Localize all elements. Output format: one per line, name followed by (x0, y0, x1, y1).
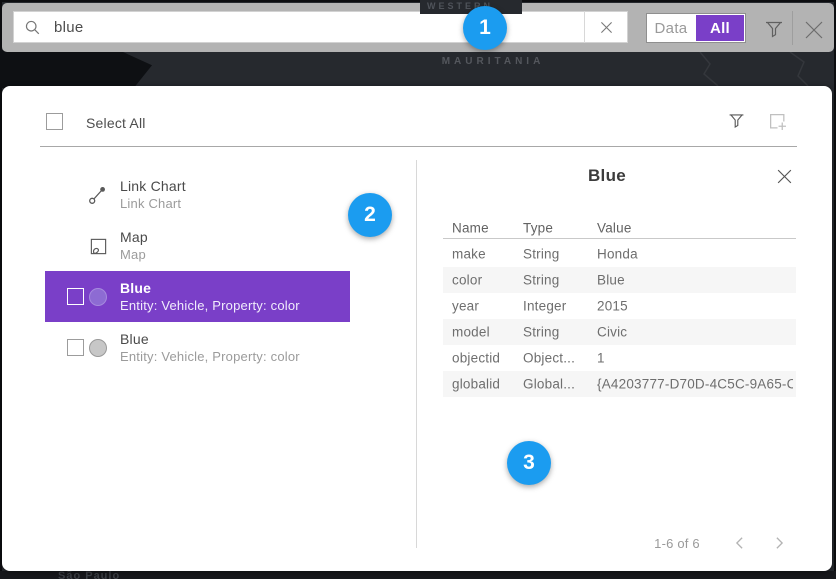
clear-search-button[interactable] (585, 12, 627, 42)
result-subtitle: Entity: Vehicle, Property: color (120, 348, 300, 366)
result-title: Blue (120, 279, 300, 297)
result-item[interactable]: BlueEntity: Vehicle, Property: color (45, 322, 350, 373)
result-checkbox[interactable] (67, 339, 84, 356)
property-row: colorStringBlue (443, 267, 796, 293)
property-row: makeStringHonda (443, 241, 796, 267)
callout-2: 2 (348, 193, 392, 237)
result-title: Blue (120, 330, 300, 348)
result-item[interactable]: BlueEntity: Vehicle, Property: color (45, 271, 350, 322)
result-subtitle: Map (120, 246, 148, 264)
pagination-label: 1-6 of 6 (632, 536, 722, 551)
property-row: objectidObject...1 (443, 345, 796, 371)
results-panel: Select All Link ChartLink ChartMapMapBlu… (2, 86, 832, 571)
entity-circle-icon (86, 339, 110, 357)
column-value: Value (597, 220, 632, 235)
property-row: yearInteger2015 (443, 293, 796, 319)
property-table: Name Type Value makeStringHondacolorStri… (443, 217, 796, 397)
column-name: Name (452, 220, 489, 235)
map-landmass-shape (0, 50, 152, 88)
entity-circle-icon (86, 288, 110, 306)
list-detail-divider (416, 160, 417, 548)
toolbar-divider (792, 11, 793, 45)
search-icon (24, 19, 41, 36)
close-search-icon[interactable] (801, 17, 827, 43)
toggle-option-all[interactable]: All (696, 15, 744, 41)
result-item[interactable]: MapMap (45, 222, 350, 270)
close-detail-icon[interactable] (776, 168, 793, 185)
app-screen: MAURITANIA WESTERN São Paulo Data All (0, 0, 836, 579)
column-type: Type (523, 220, 553, 235)
map-icon (86, 237, 110, 256)
toggle-option-data[interactable]: Data (647, 14, 695, 42)
result-subtitle: Link Chart (120, 195, 186, 213)
result-subtitle: Entity: Vehicle, Property: color (120, 297, 300, 315)
search-box (13, 11, 628, 43)
results-list: Link ChartLink ChartMapMapBlueEntity: Ve… (2, 86, 417, 571)
add-to-selection-icon[interactable] (768, 112, 787, 131)
next-page-button[interactable] (770, 534, 788, 552)
result-checkbox[interactable] (67, 288, 84, 305)
callout-3: 3 (507, 441, 551, 485)
property-row: modelStringCivic (443, 319, 796, 345)
callout-1: 1 (463, 6, 507, 50)
map-country-border (640, 52, 836, 86)
search-toolbar: Data All (2, 3, 834, 52)
property-rows: makeStringHondacolorStringBlueyearIntege… (443, 241, 796, 397)
result-title: Link Chart (120, 177, 186, 195)
filter-icon[interactable] (763, 18, 785, 40)
prev-page-button[interactable] (730, 534, 748, 552)
property-table-header: Name Type Value (443, 217, 796, 239)
property-row: globalidGlobal...{A4203777-D70D-4C5C-9A6… (443, 371, 796, 397)
result-title: Map (120, 228, 148, 246)
link-chart-icon (86, 185, 110, 205)
map-bottom-strip (0, 571, 836, 579)
map-label-mauritania: MAURITANIA (408, 56, 578, 67)
results-filter-icon[interactable] (727, 111, 746, 130)
result-item[interactable]: Link ChartLink Chart (45, 171, 350, 219)
map-label-sao-paulo: São Paulo (58, 570, 120, 579)
detail-title: Blue (417, 166, 797, 186)
data-all-toggle: Data All (646, 13, 746, 43)
